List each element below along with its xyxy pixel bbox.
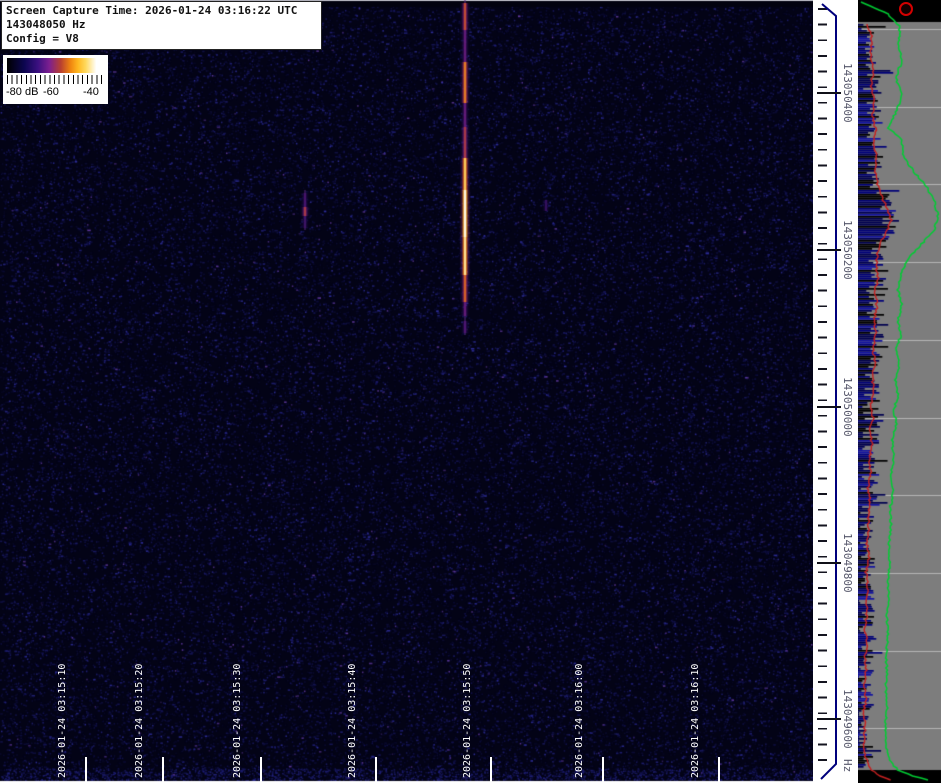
frequency-axis-label: 143049600	[841, 689, 854, 749]
spectrum-panel	[858, 0, 941, 783]
time-axis-tick	[718, 757, 720, 782]
time-axis-tick	[162, 757, 164, 782]
color-scale-ticks	[7, 75, 103, 84]
time-axis-tick	[490, 757, 492, 782]
frequency-major-tick	[817, 249, 841, 251]
time-axis-label: 2026-01-24 03:15:50	[461, 664, 474, 778]
time-axis-tick	[602, 757, 604, 782]
capture-frequency-text: 143048050 Hz	[6, 18, 317, 32]
time-axis-tick	[85, 757, 87, 782]
frequency-major-tick	[817, 718, 841, 720]
capture-config-text: Config = V8	[6, 32, 317, 46]
time-axis-label: 2026-01-24 03:15:10	[56, 664, 69, 778]
time-axis-label: 2026-01-24 03:15:40	[346, 664, 359, 778]
time-axis-tick	[260, 757, 262, 782]
time-axis-label: 2026-01-24 03:16:10	[689, 664, 702, 778]
scale-label-minus40: -40	[83, 86, 99, 98]
frequency-major-tick	[817, 406, 841, 408]
time-axis-label: 2026-01-24 03:15:20	[133, 664, 146, 778]
db-color-scale: -80 dB -60 -40	[3, 55, 108, 104]
capture-time-text: Screen Capture Time: 2026-01-24 03:16:22…	[6, 4, 317, 18]
frequency-major-tick	[817, 92, 841, 94]
alert-indicator-icon	[899, 2, 913, 16]
frequency-axis: 143050400 143050200 143050000 143049800 1430…	[813, 0, 858, 783]
spectrum-capture-window: Screen Capture Time: 2026-01-24 03:16:22…	[0, 0, 941, 783]
waterfall-region: Screen Capture Time: 2026-01-24 03:16:22…	[0, 0, 813, 783]
capture-info-box: Screen Capture Time: 2026-01-24 03:16:22…	[1, 1, 322, 50]
color-scale-labels: -80 dB -60 -40	[3, 86, 108, 101]
time-axis-label: 2026-01-24 03:16:00	[573, 664, 586, 778]
scale-label-minus80: -80 dB	[6, 86, 38, 98]
frequency-axis-unit: Hz	[841, 759, 854, 772]
frequency-axis-label: 143050400	[841, 63, 854, 123]
frequency-axis-label: 143049800	[841, 533, 854, 593]
frequency-major-tick	[817, 562, 841, 564]
color-gradient-bar	[7, 58, 103, 73]
frequency-axis-label: 143050000	[841, 377, 854, 437]
time-axis-label: 2026-01-24 03:15:30	[231, 664, 244, 778]
time-axis-tick	[375, 757, 377, 782]
scale-label-minus60: -60	[43, 86, 59, 98]
frequency-axis-label: 143050200	[841, 220, 854, 280]
spectrum-plot	[858, 0, 941, 783]
